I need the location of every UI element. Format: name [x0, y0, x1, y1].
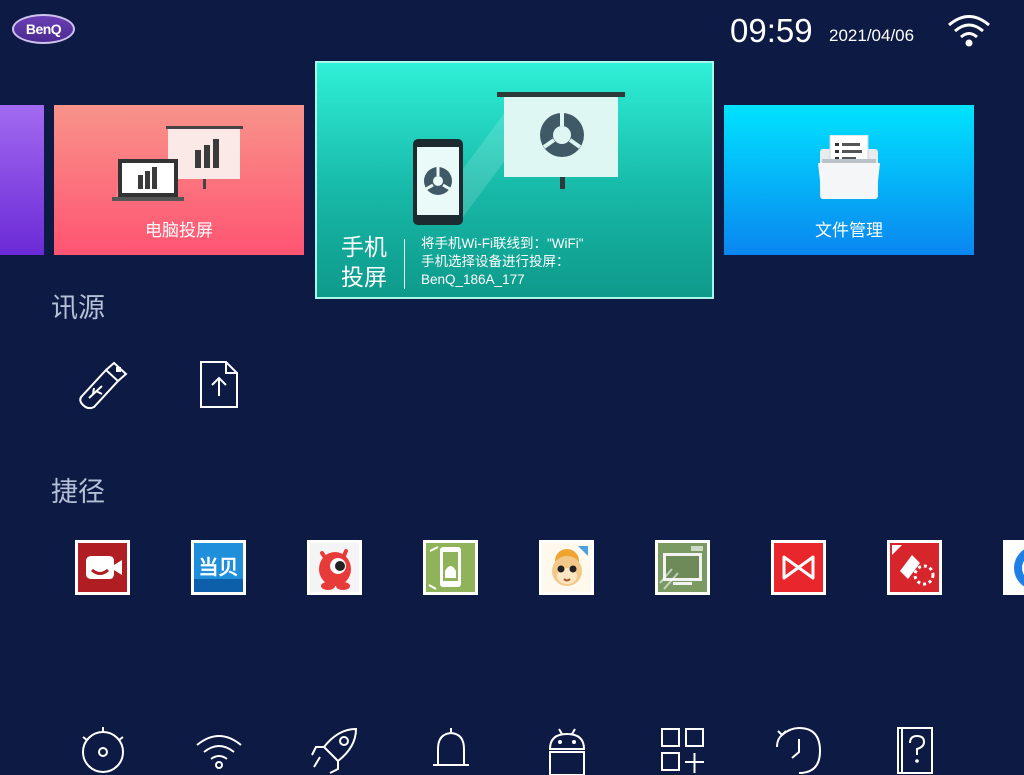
- shortcuts-heading: 捷径: [51, 477, 105, 508]
- mobile-cast-icon: [413, 92, 625, 225]
- pc-cast-icon: [112, 126, 243, 201]
- mobile-cast-info-line1: 将手机Wi-Fi联线到："WiFi": [421, 236, 584, 251]
- video-call-app-icon: [78, 543, 127, 592]
- benq-logo: BenQ: [12, 14, 75, 44]
- mobile-cast-title: 手机 投屏: [341, 233, 387, 293]
- pc-cast-label: 电脑投屏: [145, 221, 213, 241]
- screen-mirror-pro-app-icon: [658, 543, 707, 592]
- monkey-king-app-icon: [542, 543, 591, 592]
- tile-pc-cast[interactable]: 电脑投屏: [54, 105, 304, 255]
- mobile-cast-title-line2: 投屏: [341, 265, 387, 291]
- shortcut-app-toolbox[interactable]: [887, 540, 942, 595]
- shortcut-app-partial[interactable]: [1003, 540, 1024, 595]
- brand-text: BenQ: [25, 21, 62, 37]
- tile-previous-partial[interactable]: [0, 105, 44, 255]
- mobile-cast-divider: [404, 239, 405, 289]
- shortcut-app-monkey-king[interactable]: [539, 540, 594, 595]
- shortcut-app-red-monster[interactable]: [307, 540, 362, 595]
- mobile-cast-title-line1: 手机: [341, 235, 387, 261]
- mobile-cast-info-line2: 手机选择设备进行投屏：: [421, 254, 570, 269]
- apk-installer-app-icon: [426, 543, 475, 592]
- usb-icon[interactable]: [76, 360, 130, 410]
- wps-office-app-icon: [774, 543, 823, 592]
- shortcut-app-screen-mirror-pro[interactable]: [655, 540, 710, 595]
- shortcut-app-wps-office[interactable]: [771, 540, 826, 595]
- file-upload-icon[interactable]: [198, 360, 240, 410]
- file-manager-icon: [818, 135, 880, 199]
- tile-mobile-cast[interactable]: 手机 投屏 将手机Wi-Fi联线到："WiFi" 手机选择设备进行投屏： Ben…: [315, 61, 714, 299]
- shortcut-app-dangbei[interactable]: 当贝: [191, 540, 246, 595]
- sources-heading: 讯源: [51, 293, 105, 324]
- file-manager-label: 文件管理: [815, 221, 883, 241]
- clock-date: 2021/04/06: [829, 26, 915, 45]
- dangbei-app-icon: 当贝: [194, 543, 243, 592]
- clock-time: 09:59: [730, 12, 813, 49]
- mobile-cast-device-name: BenQ_186A_177: [421, 272, 525, 287]
- partial-blue-app-icon: [1006, 543, 1024, 592]
- toolbox-app-icon: [890, 543, 939, 592]
- mobile-cast-instructions: 将手机Wi-Fi联线到："WiFi" 手机选择设备进行投屏： BenQ_186A…: [421, 235, 584, 289]
- dangbei-logo-text: 当贝: [199, 555, 239, 579]
- red-monster-app-icon: [310, 543, 359, 592]
- tile-file-manager[interactable]: 文件管理: [724, 105, 974, 255]
- shortcut-app-apk-installer[interactable]: [423, 540, 478, 595]
- wifi-status-icon[interactable]: [946, 14, 992, 48]
- shortcut-app-video-call[interactable]: [75, 540, 130, 595]
